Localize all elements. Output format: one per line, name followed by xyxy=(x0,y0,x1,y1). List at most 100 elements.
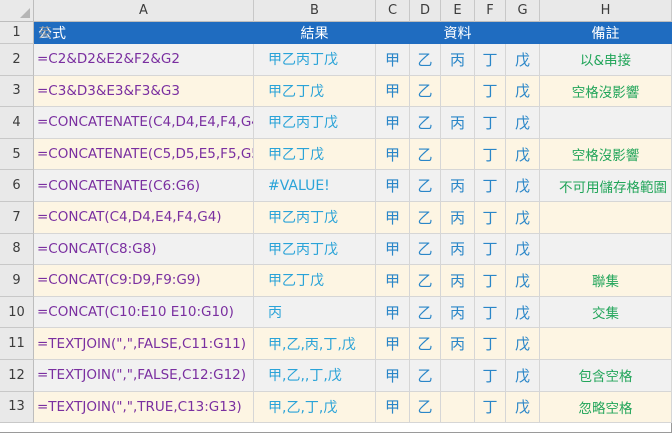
note-cell[interactable] xyxy=(540,233,672,266)
data-cell-d[interactable]: 乙 xyxy=(410,44,441,76)
data-cell-d[interactable]: 乙 xyxy=(410,265,441,297)
data-cell-c[interactable]: 甲 xyxy=(376,201,410,234)
formula-cell[interactable]: =CONCATENATE(C5,D5,E5,F5,G5) xyxy=(34,138,254,171)
formula-cell[interactable]: =C2&D2&E2&F2&G2 xyxy=(34,44,254,76)
data-cell-d[interactable]: 乙 xyxy=(410,359,441,392)
row-header-1[interactable]: 1 xyxy=(0,22,34,44)
header-data-cell[interactable] xyxy=(475,22,506,44)
data-cell-g[interactable]: 戊 xyxy=(506,296,540,329)
header-note-cell[interactable]: 備註 xyxy=(540,22,672,44)
data-cell-f[interactable]: 丁 xyxy=(475,75,506,108)
formula-cell[interactable]: =TEXTJOIN(",",TRUE,C13:G13) xyxy=(34,391,254,424)
data-cell-g[interactable]: 戊 xyxy=(506,359,540,392)
column-header-e[interactable]: E xyxy=(441,0,475,22)
row-header-7[interactable]: 7 xyxy=(0,201,34,234)
header-data-cell[interactable] xyxy=(506,22,540,44)
data-cell-e[interactable]: 丙 xyxy=(441,44,475,76)
result-cell[interactable]: #VALUE! xyxy=(254,170,376,202)
data-cell-e[interactable]: 丙 xyxy=(441,107,475,139)
row-header-11[interactable]: 11 xyxy=(0,328,34,360)
data-cell-c[interactable]: 甲 xyxy=(376,296,410,329)
data-cell-f[interactable]: 丁 xyxy=(475,265,506,297)
result-cell[interactable]: 甲乙丙丁戊 xyxy=(254,44,376,76)
note-cell[interactable]: 包含空格 xyxy=(540,359,672,392)
result-cell[interactable]: 甲乙丙丁戊 xyxy=(254,107,376,139)
row-header-4[interactable]: 4 xyxy=(0,107,34,139)
data-cell-d[interactable]: 乙 xyxy=(410,296,441,329)
data-cell-d[interactable]: 乙 xyxy=(410,201,441,234)
data-cell-g[interactable]: 戊 xyxy=(506,170,540,202)
data-cell-f[interactable]: 丁 xyxy=(475,391,506,424)
formula-cell[interactable]: =TEXTJOIN(",",FALSE,C12:G12) xyxy=(34,359,254,392)
note-cell[interactable]: 交集 xyxy=(540,296,672,329)
data-cell-e[interactable] xyxy=(441,391,475,424)
data-cell-g[interactable]: 戊 xyxy=(506,233,540,266)
formula-cell[interactable]: =CONCATENATE(C6:G6) xyxy=(34,170,254,202)
formula-cell[interactable]: =C3&D3&E3&F3&G3 xyxy=(34,75,254,108)
data-cell-e[interactable]: 丙 xyxy=(441,201,475,234)
data-cell-d[interactable]: 乙 xyxy=(410,170,441,202)
column-header-f[interactable]: F xyxy=(475,0,506,22)
data-cell-d[interactable]: 乙 xyxy=(410,107,441,139)
row-header-12[interactable]: 12 xyxy=(0,359,34,392)
data-cell-c[interactable]: 甲 xyxy=(376,75,410,108)
data-cell-f[interactable]: 丁 xyxy=(475,296,506,329)
note-cell[interactable]: 不可用儲存格範圍 xyxy=(540,170,672,202)
note-cell[interactable] xyxy=(540,201,672,234)
note-cell[interactable] xyxy=(540,328,672,360)
column-header-g[interactable]: G xyxy=(506,0,540,22)
data-cell-f[interactable]: 丁 xyxy=(475,138,506,171)
data-cell-c[interactable]: 甲 xyxy=(376,170,410,202)
result-cell[interactable]: 甲乙丙丁戊 xyxy=(254,233,376,266)
data-cell-c[interactable]: 甲 xyxy=(376,359,410,392)
data-cell-e[interactable]: 丙 xyxy=(441,233,475,266)
row-header-3[interactable]: 3 xyxy=(0,75,34,108)
note-cell[interactable] xyxy=(540,107,672,139)
note-cell[interactable]: 空格沒影響 xyxy=(540,138,672,171)
data-cell-f[interactable]: 丁 xyxy=(475,170,506,202)
header-data-label[interactable]: 資料 xyxy=(441,22,475,44)
result-cell[interactable]: 甲,乙,丙,丁,戊 xyxy=(254,328,376,360)
row-header-9[interactable]: 9 xyxy=(0,265,34,297)
formula-cell[interactable]: =CONCAT(C10:E10 E10:G10) xyxy=(34,296,254,329)
data-cell-c[interactable]: 甲 xyxy=(376,138,410,171)
result-cell[interactable]: 甲乙丁戊 xyxy=(254,75,376,108)
data-cell-g[interactable]: 戊 xyxy=(506,107,540,139)
data-cell-e[interactable] xyxy=(441,359,475,392)
data-cell-e[interactable]: 丙 xyxy=(441,328,475,360)
column-header-h[interactable]: H xyxy=(540,0,672,22)
data-cell-e[interactable]: 丙 xyxy=(441,296,475,329)
column-header-c[interactable]: C xyxy=(376,0,410,22)
data-cell-d[interactable]: 乙 xyxy=(410,138,441,171)
data-cell-c[interactable]: 甲 xyxy=(376,44,410,76)
column-header-d[interactable]: D xyxy=(410,0,441,22)
note-cell[interactable]: 忽略空格 xyxy=(540,391,672,424)
result-cell[interactable]: 甲乙丙丁戊 xyxy=(254,201,376,234)
data-cell-c[interactable]: 甲 xyxy=(376,233,410,266)
data-cell-g[interactable]: 戊 xyxy=(506,328,540,360)
column-header-b[interactable]: B xyxy=(254,0,376,22)
data-cell-f[interactable]: 丁 xyxy=(475,107,506,139)
header-result-cell[interactable]: 結果 xyxy=(254,22,376,44)
row-header-8[interactable]: 8 xyxy=(0,233,34,266)
result-cell[interactable]: 甲,乙,,丁,戊 xyxy=(254,359,376,392)
row-header-10[interactable]: 10 xyxy=(0,296,34,329)
data-cell-c[interactable]: 甲 xyxy=(376,391,410,424)
data-cell-e[interactable]: 丙 xyxy=(441,170,475,202)
result-cell[interactable]: 甲乙丁戊 xyxy=(254,138,376,171)
data-cell-d[interactable]: 乙 xyxy=(410,391,441,424)
data-cell-g[interactable]: 戊 xyxy=(506,138,540,171)
data-cell-e[interactable] xyxy=(441,75,475,108)
data-cell-c[interactable]: 甲 xyxy=(376,328,410,360)
select-all-corner[interactable] xyxy=(0,0,34,22)
result-cell[interactable]: 甲乙丁戊 xyxy=(254,265,376,297)
note-cell[interactable]: 空格沒影響 xyxy=(540,75,672,108)
header-formula-cell[interactable]: 公式 xyxy=(34,22,254,44)
data-cell-f[interactable]: 丁 xyxy=(475,233,506,266)
data-cell-d[interactable]: 乙 xyxy=(410,233,441,266)
formula-cell[interactable]: =CONCAT(C8:G8) xyxy=(34,233,254,266)
data-cell-f[interactable]: 丁 xyxy=(475,201,506,234)
data-cell-d[interactable]: 乙 xyxy=(410,75,441,108)
note-cell[interactable]: 以&串接 xyxy=(540,44,672,76)
formula-cell[interactable]: =CONCATENATE(C4,D4,E4,F4,G4) xyxy=(34,107,254,139)
